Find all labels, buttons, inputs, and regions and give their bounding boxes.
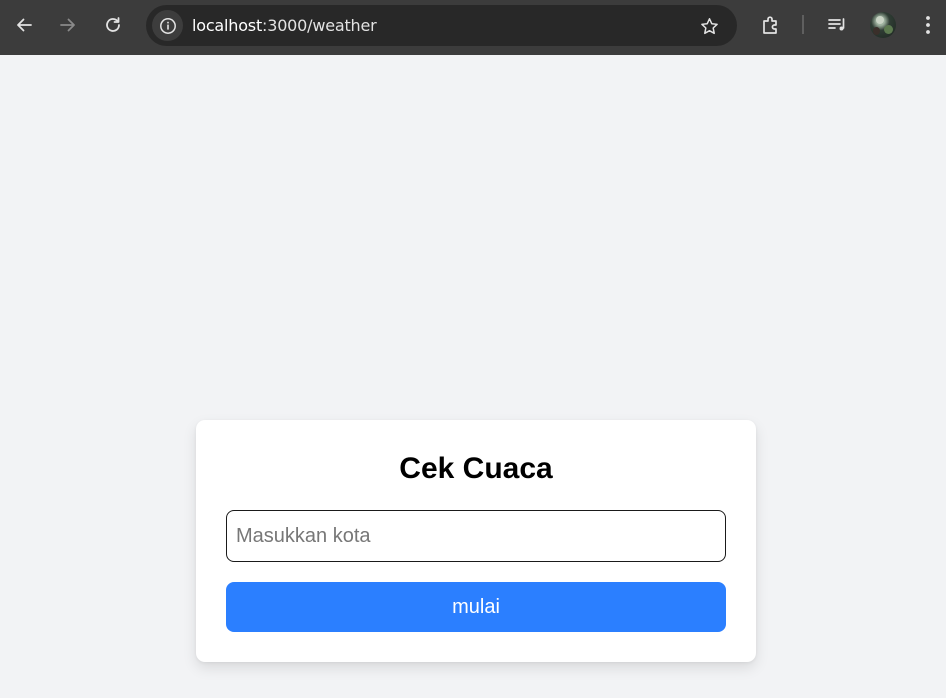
browser-menu-button[interactable] <box>913 9 943 41</box>
url-text[interactable]: localhost:3000/weather <box>192 16 377 35</box>
profile-avatar[interactable] <box>870 12 896 38</box>
arrow-right-icon <box>60 18 75 32</box>
back-button[interactable] <box>9 9 39 41</box>
url-host: localhost <box>192 16 263 35</box>
address-bar[interactable]: localhost:3000/weather <box>146 5 737 46</box>
extensions-button[interactable] <box>756 9 786 41</box>
city-input[interactable] <box>226 510 726 562</box>
browser-toolbar: localhost:3000/weather <box>0 0 946 55</box>
reload-button[interactable] <box>98 9 128 41</box>
page-title: Cek Cuaca <box>399 452 553 485</box>
arrow-left-icon <box>17 18 32 32</box>
toolbar-divider <box>802 15 804 34</box>
site-info-button[interactable] <box>152 10 183 41</box>
reload-icon <box>106 17 120 32</box>
submit-button[interactable]: mulai <box>226 582 726 632</box>
forward-button[interactable] <box>53 9 83 41</box>
url-path: :3000/weather <box>262 16 377 35</box>
media-controls-button[interactable] <box>822 9 852 41</box>
bookmark-button[interactable] <box>697 14 721 38</box>
weather-card: Cek Cuaca mulai <box>196 420 756 662</box>
info-icon <box>159 17 176 34</box>
page-viewport: Cek Cuaca mulai <box>0 55 946 698</box>
puzzle-icon <box>763 16 777 34</box>
kebab-menu-icon <box>926 16 930 34</box>
star-icon <box>700 17 718 34</box>
media-queue-icon <box>828 18 845 31</box>
